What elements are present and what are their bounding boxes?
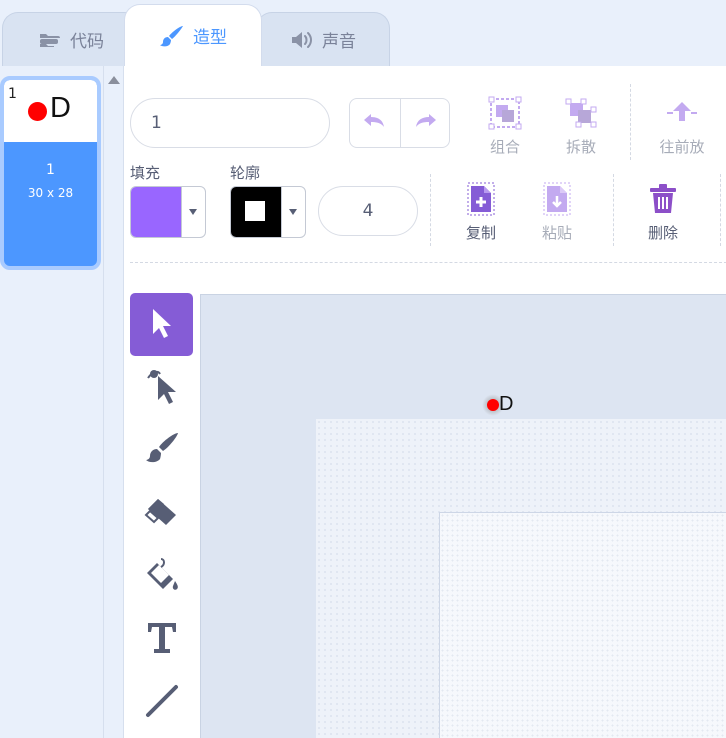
costume-name-input[interactable] bbox=[130, 98, 330, 148]
red-dot bbox=[487, 399, 499, 411]
undo-icon bbox=[362, 111, 388, 135]
select-tool[interactable] bbox=[130, 293, 193, 356]
tab-sound[interactable]: 声音 bbox=[256, 12, 390, 66]
costume-size: 30 x 28 bbox=[27, 186, 74, 200]
code-blocks-icon bbox=[38, 31, 62, 49]
brush-tool[interactable] bbox=[130, 419, 193, 482]
paste-button[interactable]: 粘贴 bbox=[527, 178, 587, 243]
red-dot bbox=[28, 102, 47, 121]
canvas-stage-area bbox=[439, 512, 726, 738]
costume-thumbnail: 1 D bbox=[4, 80, 97, 142]
delete-label: 删除 bbox=[647, 224, 678, 242]
arrow-pointer-icon bbox=[149, 307, 175, 343]
fill-color-picker[interactable] bbox=[130, 186, 206, 238]
copy-button[interactable]: 复制 bbox=[451, 178, 511, 243]
group-button[interactable]: 组合 bbox=[475, 92, 535, 157]
line-icon bbox=[145, 684, 179, 722]
copy-label: 复制 bbox=[465, 224, 496, 242]
toolbar-divider bbox=[630, 84, 631, 160]
sprite-on-canvas[interactable]: D bbox=[482, 393, 522, 416]
copy-icon bbox=[467, 178, 495, 216]
forward-arrow-icon bbox=[665, 92, 699, 130]
tab-costumes[interactable]: 造型 bbox=[124, 4, 262, 66]
reshape-tool[interactable] bbox=[130, 356, 193, 419]
delete-button[interactable]: 删除 bbox=[633, 178, 693, 243]
outline-color-picker[interactable] bbox=[230, 186, 306, 238]
costume-list: 1 D 1 30 x 28 bbox=[0, 66, 103, 738]
tool-palette bbox=[130, 293, 194, 734]
editor-tabs: 代码 声音 造型 bbox=[0, 0, 726, 66]
costume-index: 1 bbox=[8, 86, 17, 102]
ungroup-label: 拆散 bbox=[565, 138, 596, 156]
undo-redo-group bbox=[349, 98, 450, 148]
fill-color-swatch bbox=[131, 187, 181, 237]
ungroup-icon bbox=[564, 92, 598, 130]
undo-button[interactable] bbox=[350, 99, 400, 147]
costume-item[interactable]: 1 D 1 30 x 28 bbox=[0, 76, 101, 270]
outline-width-input[interactable] bbox=[318, 186, 418, 236]
forward-label: 往前放 bbox=[659, 138, 705, 156]
toolbar-divider bbox=[720, 174, 721, 246]
tab-sound-label: 声音 bbox=[322, 32, 356, 52]
costume-list-scrollbar[interactable] bbox=[103, 66, 123, 738]
redo-icon bbox=[412, 111, 438, 135]
toolbar-divider bbox=[613, 174, 614, 246]
thumb-letter: D bbox=[50, 92, 71, 124]
eraser-icon bbox=[144, 495, 180, 533]
paste-label: 粘贴 bbox=[541, 224, 572, 242]
outline-label: 轮廓 bbox=[230, 164, 261, 182]
tab-costumes-label: 造型 bbox=[193, 28, 227, 48]
outline-dropdown-icon bbox=[289, 209, 297, 215]
costume-name: 1 bbox=[46, 162, 55, 178]
forward-button[interactable]: 往前放 bbox=[652, 92, 712, 157]
toolbar-separator bbox=[130, 262, 726, 263]
trash-icon bbox=[648, 178, 678, 216]
text-icon bbox=[146, 621, 178, 659]
group-label: 组合 bbox=[489, 138, 520, 156]
paint-bucket-icon bbox=[143, 557, 181, 597]
outline-color-swatch bbox=[231, 187, 281, 237]
fill-dropdown-icon bbox=[189, 209, 197, 215]
eraser-tool[interactable] bbox=[130, 482, 193, 545]
fill-tool[interactable] bbox=[130, 545, 193, 608]
tab-code[interactable]: 代码 bbox=[2, 12, 140, 66]
ungroup-button[interactable]: 拆散 bbox=[551, 92, 611, 157]
sprite-letter: D bbox=[499, 393, 514, 415]
group-icon bbox=[488, 92, 522, 130]
drawing-canvas[interactable] bbox=[200, 294, 726, 738]
toolbar-divider bbox=[430, 174, 431, 246]
speaker-icon bbox=[290, 30, 314, 50]
line-tool[interactable] bbox=[130, 671, 193, 734]
paintbrush-icon bbox=[159, 24, 185, 48]
paste-icon bbox=[543, 178, 571, 216]
redo-button[interactable] bbox=[399, 99, 450, 147]
reshape-pointer-icon bbox=[144, 366, 180, 410]
brush-icon bbox=[144, 431, 180, 471]
fill-label: 填充 bbox=[130, 164, 161, 182]
text-tool[interactable] bbox=[130, 608, 193, 671]
scroll-up-arrow-icon[interactable] bbox=[108, 76, 120, 84]
tab-code-label: 代码 bbox=[70, 32, 104, 52]
